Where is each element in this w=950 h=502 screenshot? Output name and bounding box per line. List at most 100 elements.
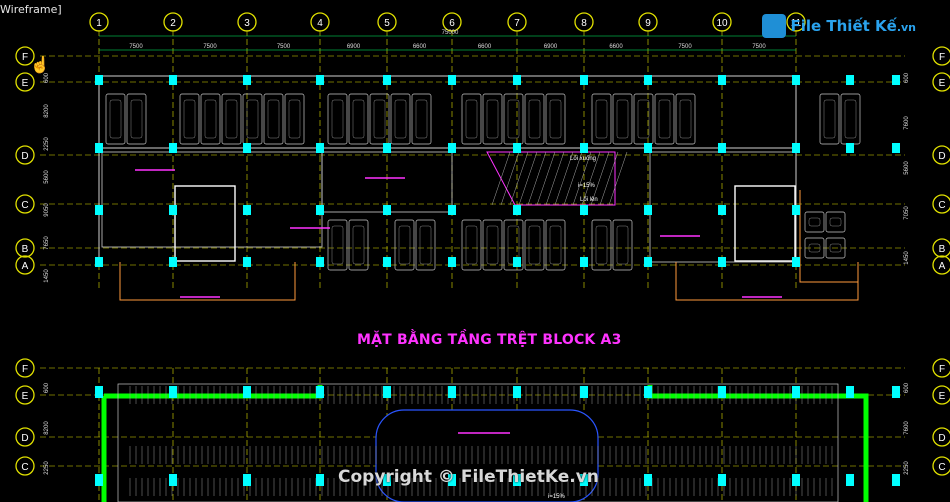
parking-stall [633, 93, 654, 145]
lower-ramp-area [375, 409, 599, 502]
structural-column [580, 143, 588, 153]
ramp-hatch [608, 151, 628, 206]
parking-stall-car [225, 99, 238, 139]
parking-stall-car [595, 99, 608, 139]
parking-stall-car [486, 99, 499, 139]
ramp-label-down: Lối xuống [570, 156, 596, 162]
structural-column [892, 386, 900, 398]
structural-column [243, 143, 251, 153]
grid-bubble-label: C [938, 462, 945, 473]
ramp-hatch [527, 151, 547, 206]
grid-bubble-label: F [939, 52, 945, 63]
logo-icon [762, 14, 787, 38]
parking-stall [327, 93, 348, 145]
parking-stall [804, 211, 825, 233]
lower-ramp-slope-label: i=15% [548, 494, 566, 500]
parking-stall [545, 219, 566, 271]
structural-column [580, 386, 588, 398]
grid-bubble-label: 10 [716, 18, 728, 29]
grid-bubble-label: D [938, 433, 945, 444]
structural-column [169, 75, 177, 85]
structural-column [383, 257, 391, 267]
structural-column [792, 257, 800, 267]
parking-stall [327, 219, 348, 271]
cad-drawing[interactable]: 1 2 3 4 5 6 7 8 9 10 11F FE ED DC CB BA AF FE ED DC C 750007… [0, 0, 950, 502]
grid-bubble-label: A [939, 261, 946, 272]
parking-stall [524, 93, 545, 145]
structural-column [169, 386, 177, 398]
row-dimension: 1450 [44, 269, 50, 283]
structural-column [718, 143, 726, 153]
bay-dimension: 6900 [544, 44, 558, 50]
parking-stall-car [352, 225, 365, 265]
row-dimension: 8200 [44, 421, 50, 435]
grid-bubble-label: 6 [449, 18, 455, 29]
row-dimension: 600 [904, 72, 910, 83]
structural-column [792, 143, 800, 153]
bay-dimension: 7500 [203, 44, 217, 50]
structural-column [169, 474, 177, 486]
row-dimension: 5600 [44, 170, 50, 184]
structural-column [792, 474, 800, 486]
parking-stall-car [398, 225, 411, 265]
structural-column [316, 474, 324, 486]
overall-dimension: 75000 [442, 30, 459, 36]
stair-core [174, 185, 236, 262]
grid-bubble-label: D [21, 433, 28, 444]
structural-column [846, 143, 854, 153]
parking-stall-car [267, 99, 280, 139]
structural-column [792, 205, 800, 215]
bay-dimension: 6900 [347, 44, 361, 50]
parking-stall-car [109, 99, 122, 139]
structural-column [243, 386, 251, 398]
structural-column [243, 75, 251, 85]
structural-column [448, 75, 456, 85]
grid-bubble-label: 3 [244, 18, 250, 29]
ramp-hatch [545, 151, 565, 206]
grid-bubble-label: B [939, 244, 946, 255]
structural-column [243, 205, 251, 215]
parking-stall [461, 93, 482, 145]
parking-stall-car [595, 225, 608, 265]
grid-bubble-label: 8 [581, 18, 587, 29]
structural-column [846, 75, 854, 85]
parking-stall-car [829, 217, 842, 227]
row-dimension: 2250 [44, 137, 50, 151]
parking-stall [390, 93, 411, 145]
drawing-title: MẶT BẰNG TẦNG TRỆT BLOCK A3 [357, 332, 622, 348]
viewport-label[interactable]: Wireframe] [0, 3, 62, 16]
bay-dimension: 6600 [478, 44, 492, 50]
ramp-label-up: Lối lên [580, 197, 598, 203]
parking-stall-car [130, 99, 143, 139]
structural-column [892, 474, 900, 486]
parking-stall-car [679, 99, 692, 139]
structural-column [448, 257, 456, 267]
row-dimension: 7600 [904, 421, 910, 435]
structural-column [644, 386, 652, 398]
parking-stall [612, 219, 633, 271]
entry-canopy [675, 262, 859, 301]
structural-column [448, 386, 456, 398]
structural-column [644, 75, 652, 85]
parking-stall-car [616, 225, 629, 265]
parking-stall-car [844, 99, 857, 139]
grid-bubble-label: A [22, 261, 29, 272]
parking-stall [482, 93, 503, 145]
ramp-hatch [536, 151, 556, 206]
structural-column [448, 143, 456, 153]
structural-column [644, 143, 652, 153]
parking-stall [654, 93, 675, 145]
parking-stall [591, 219, 612, 271]
parking-stall-car [394, 99, 407, 139]
structural-column [846, 386, 854, 398]
structural-column [792, 386, 800, 398]
stair-core [734, 185, 796, 262]
parking-stall-car [419, 225, 432, 265]
parking-stall-car [823, 99, 836, 139]
ramp-hatch [500, 151, 520, 206]
structural-column [316, 257, 324, 267]
wall-outline [98, 75, 797, 149]
grid-bubble-label: D [938, 151, 945, 162]
parking-stall [179, 93, 200, 145]
structural-column [580, 257, 588, 267]
